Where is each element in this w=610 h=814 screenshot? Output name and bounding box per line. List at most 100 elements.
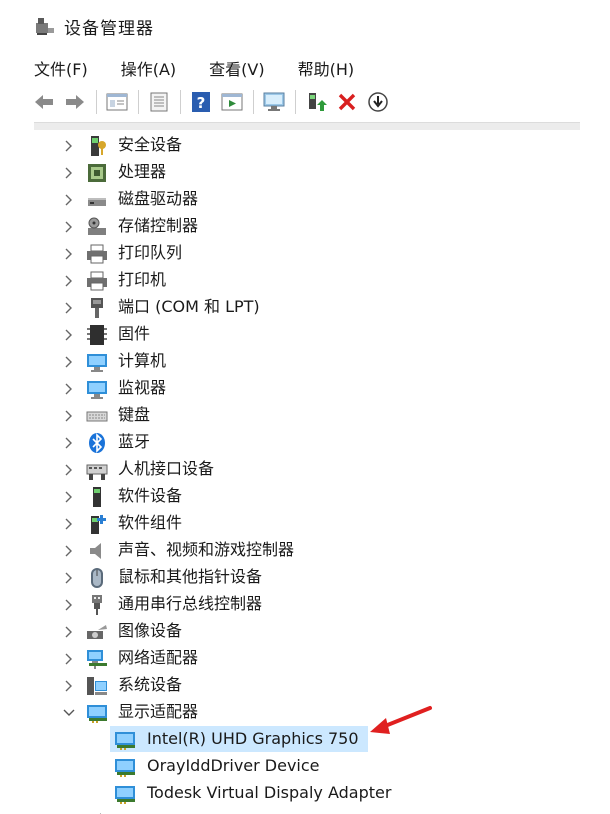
toolbar: ?: [0, 84, 610, 120]
chevron-right-icon[interactable]: [63, 490, 75, 504]
menu-bar: 文件(F) 操作(A) 查看(V) 帮助(H): [0, 52, 610, 84]
tree-node-label: 软件组件: [118, 513, 183, 532]
chevron-right-icon[interactable]: [63, 328, 75, 342]
print-queue-icon: [87, 244, 107, 264]
audio-icon: [90, 543, 101, 559]
menu-help[interactable]: 帮助(H): [294, 53, 359, 83]
chevron-right-icon[interactable]: [63, 652, 75, 666]
chevron-right-icon[interactable]: [63, 274, 75, 288]
software-component-icon: [91, 515, 106, 534]
chevron-right-icon[interactable]: [63, 355, 75, 369]
tree-node-label: Intel(R) UHD Graphics 750: [147, 729, 359, 748]
tree-node-network-adapters[interactable]: 网络适配器: [0, 645, 610, 672]
back-icon: [35, 95, 53, 109]
tree-node-storage-controllers[interactable]: 存储控制器: [0, 213, 610, 240]
toolbar-separator: [180, 90, 181, 114]
chevron-right-icon[interactable]: [63, 679, 75, 693]
help-button[interactable]: ?: [187, 88, 215, 116]
tree-node-display-adapters[interactable]: 显示适配器: [0, 699, 610, 726]
properties-view-button[interactable]: [103, 88, 131, 116]
tree-node-label: 通用串行总线控制器: [118, 594, 263, 613]
chevron-right-icon[interactable]: [63, 301, 75, 315]
tree-node-mice[interactable]: 鼠标和其他指针设备: [0, 564, 610, 591]
tree-node-firmware[interactable]: 固件: [0, 321, 610, 348]
tree-node-software-devices[interactable]: 软件设备: [0, 483, 610, 510]
chevron-right-icon[interactable]: [63, 517, 75, 531]
chevron-right-icon[interactable]: [63, 193, 75, 207]
title-bar: 设备管理器: [0, 0, 610, 52]
toolbar-separator: [138, 90, 139, 114]
update-driver-icon: [309, 93, 327, 111]
chevron-right-icon[interactable]: [63, 166, 75, 180]
run-view-button[interactable]: [218, 88, 246, 116]
tree-node-label: Todesk Virtual Dispaly Adapter: [147, 783, 392, 802]
tree-node-software-components[interactable]: 软件组件: [0, 510, 610, 537]
port-icon: [91, 298, 103, 318]
tree-node-label: 处理器: [118, 162, 167, 181]
update-driver-button[interactable]: [302, 88, 330, 116]
disable-device-button[interactable]: [364, 88, 392, 116]
back-button[interactable]: [30, 88, 58, 116]
tree-node-audio[interactable]: 声音、视频和游戏控制器: [0, 537, 610, 564]
tree-node-monitors[interactable]: 监视器: [0, 375, 610, 402]
tree-node-usb-controllers[interactable]: 通用串行总线控制器: [0, 591, 610, 618]
show-hidden-button[interactable]: [145, 88, 173, 116]
software-device-icon: [93, 487, 101, 507]
printer-icon: [87, 271, 107, 291]
menu-file[interactable]: 文件(F): [30, 53, 92, 83]
show-hidden-icon: [150, 92, 168, 112]
chevron-right-icon[interactable]: [63, 571, 75, 585]
tree-node-computer[interactable]: 计算机: [0, 348, 610, 375]
chevron-right-icon[interactable]: [63, 436, 75, 450]
chevron-right-icon[interactable]: [63, 544, 75, 558]
chevron-right-icon[interactable]: [63, 382, 75, 396]
chevron-right-icon[interactable]: [63, 409, 75, 423]
processor-icon: [88, 164, 106, 182]
tree-node-disk-drives[interactable]: 磁盘驱动器: [0, 186, 610, 213]
tree-child-todesk-virtual-adapter[interactable]: Todesk Virtual Dispaly Adapter: [0, 780, 610, 807]
tree-node-imaging-devices[interactable]: 图像设备: [0, 618, 610, 645]
chevron-right-icon[interactable]: [63, 463, 75, 477]
disable-device-icon: [368, 92, 388, 112]
window-title: 设备管理器: [64, 18, 154, 39]
tree-node-ports[interactable]: 端口 (COM 和 LPT): [0, 294, 610, 321]
chevron-right-icon[interactable]: [63, 598, 75, 612]
uninstall-button[interactable]: [333, 88, 361, 116]
tree-node-label: 系统设备: [118, 675, 183, 694]
chevron-right-icon[interactable]: [63, 220, 75, 234]
toolbar-separator: [96, 90, 97, 114]
bluetooth-icon: [89, 433, 105, 453]
security-device-icon: [91, 136, 106, 156]
chevron-right-icon[interactable]: [63, 139, 75, 153]
tree-node-cutoff[interactable]: [0, 807, 610, 814]
mouse-icon: [91, 568, 103, 588]
chevron-down-icon[interactable]: [63, 706, 75, 720]
tree-node-system-devices[interactable]: 系统设备: [0, 672, 610, 699]
tree-node-label: 显示适配器: [118, 702, 199, 721]
uninstall-icon: [338, 93, 356, 111]
system-device-icon: [87, 677, 107, 695]
firmware-icon: [87, 325, 107, 345]
tree-child-oray-idd-driver[interactable]: OrayIddDriver Device: [0, 753, 610, 780]
tree-node-security-devices[interactable]: 安全设备: [0, 132, 610, 159]
tree-node-processors[interactable]: 处理器: [0, 159, 610, 186]
help-icon: ?: [192, 92, 210, 112]
tree-node-printers[interactable]: 打印机: [0, 267, 610, 294]
usb-icon: [92, 595, 102, 615]
menu-view[interactable]: 查看(V): [205, 53, 268, 83]
tree-node-keyboards[interactable]: 键盘: [0, 402, 610, 429]
tree-node-print-queues[interactable]: 打印队列: [0, 240, 610, 267]
chevron-right-icon[interactable]: [63, 247, 75, 261]
forward-button[interactable]: [61, 88, 89, 116]
horizontal-scrollbar[interactable]: [34, 122, 580, 130]
menu-action[interactable]: 操作(A): [117, 53, 180, 83]
tree-child-intel-uhd-graphics[interactable]: Intel(R) UHD Graphics 750: [0, 726, 610, 753]
forward-icon: [66, 95, 84, 109]
tree-node-bluetooth[interactable]: 蓝牙: [0, 429, 610, 456]
chevron-right-icon[interactable]: [63, 625, 75, 639]
scan-hardware-button[interactable]: [260, 88, 288, 116]
tree-node-label: 人机接口设备: [118, 459, 215, 478]
display-adapter-icon: [115, 732, 135, 750]
tree-node-hid[interactable]: 人机接口设备: [0, 456, 610, 483]
display-adapter-icon: [115, 786, 135, 804]
